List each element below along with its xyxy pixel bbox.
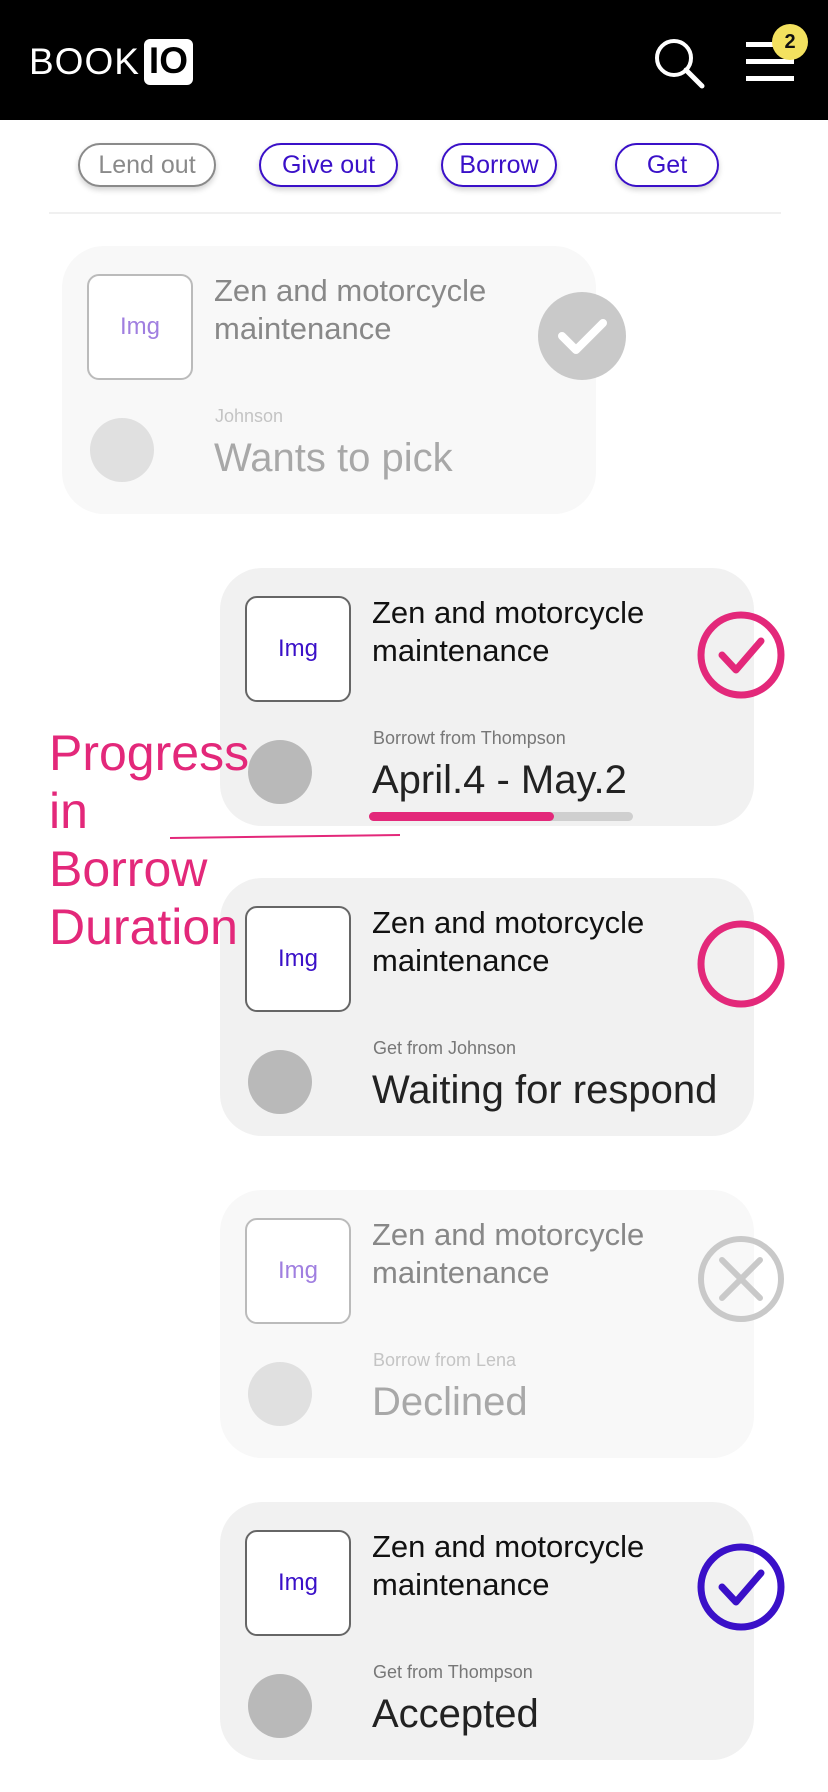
request-status: Wants to pick <box>214 436 453 480</box>
request-status: Accepted <box>372 1692 539 1736</box>
borrow-duration: April.4 - May.2 <box>372 758 627 802</box>
borrow-progress-fill <box>369 812 554 821</box>
request-subtitle: Johnson <box>215 406 284 426</box>
tab-get[interactable]: Get <box>615 143 719 187</box>
book-title: Zen and motorcycle maintenance <box>372 595 645 668</box>
book-thumbnail: Img <box>245 1218 351 1324</box>
book-thumbnail: Img <box>87 274 193 380</box>
book-title: Zen and motorcycle maintenance <box>372 1217 645 1290</box>
request-subtitle: Get from Thompson <box>373 1662 533 1682</box>
request-status: Declined <box>372 1380 528 1424</box>
annotation-pointer-line <box>170 834 401 839</box>
request-status: Waiting for respond <box>372 1068 718 1112</box>
tab-borrow[interactable]: Borrow <box>441 143 557 187</box>
book-thumbnail: Img <box>245 1530 351 1636</box>
request-card-waiting[interactable]: Img Zen and motorcycle maintenance Get f… <box>220 878 785 1136</box>
pink-check-circle-icon[interactable] <box>696 610 786 700</box>
logo-box: IO <box>143 39 193 85</box>
grey-check-circle-icon[interactable] <box>537 291 627 381</box>
top-bar: BOOK IO 2 <box>0 0 828 120</box>
tab-lend-out[interactable]: Lend out <box>78 143 216 187</box>
user-avatar <box>248 740 312 804</box>
book-title: Zen and motorcycle maintenance <box>372 1529 645 1602</box>
book-title: Zen and motorcycle maintenance <box>372 905 645 978</box>
request-subtitle: Get from Johnson <box>373 1038 517 1058</box>
pink-empty-circle-icon[interactable] <box>696 919 786 1009</box>
user-avatar <box>248 1674 312 1738</box>
book-title: Zen and motorcycle maintenance <box>214 273 487 346</box>
purple-check-circle-icon[interactable] <box>696 1542 786 1632</box>
app-screen: BOOK IO 2 Lend out Give out Borrow Get I… <box>0 0 828 1792</box>
user-avatar <box>248 1362 312 1426</box>
logo-text: BOOK <box>29 41 140 82</box>
borrow-progress-bar <box>369 812 633 821</box>
request-card-accepted[interactable]: Img Zen and motorcycle maintenance Get f… <box>220 1502 785 1760</box>
grey-x-circle-icon[interactable] <box>696 1234 786 1324</box>
request-card-borrowed[interactable]: Img Zen and motorcycle maintenance Borro… <box>220 568 785 826</box>
request-card-wants-to-pick[interactable]: Img Zen and motorcycle maintenance Johns… <box>62 246 626 514</box>
tabs-divider <box>49 212 781 214</box>
request-card-declined[interactable]: Img Zen and motorcycle maintenance Borro… <box>220 1190 784 1458</box>
user-avatar <box>248 1050 312 1114</box>
request-subtitle: Borrowt from Thompson <box>373 728 566 748</box>
app-logo[interactable]: BOOK IO <box>29 38 193 86</box>
user-avatar <box>90 418 154 482</box>
notification-badge[interactable]: 2 <box>772 24 808 60</box>
request-subtitle: Borrow from Lena <box>373 1350 517 1370</box>
tab-give-out[interactable]: Give out <box>259 143 398 187</box>
book-thumbnail: Img <box>245 596 351 702</box>
book-thumbnail: Img <box>245 906 351 1012</box>
search-icon[interactable] <box>652 36 708 92</box>
